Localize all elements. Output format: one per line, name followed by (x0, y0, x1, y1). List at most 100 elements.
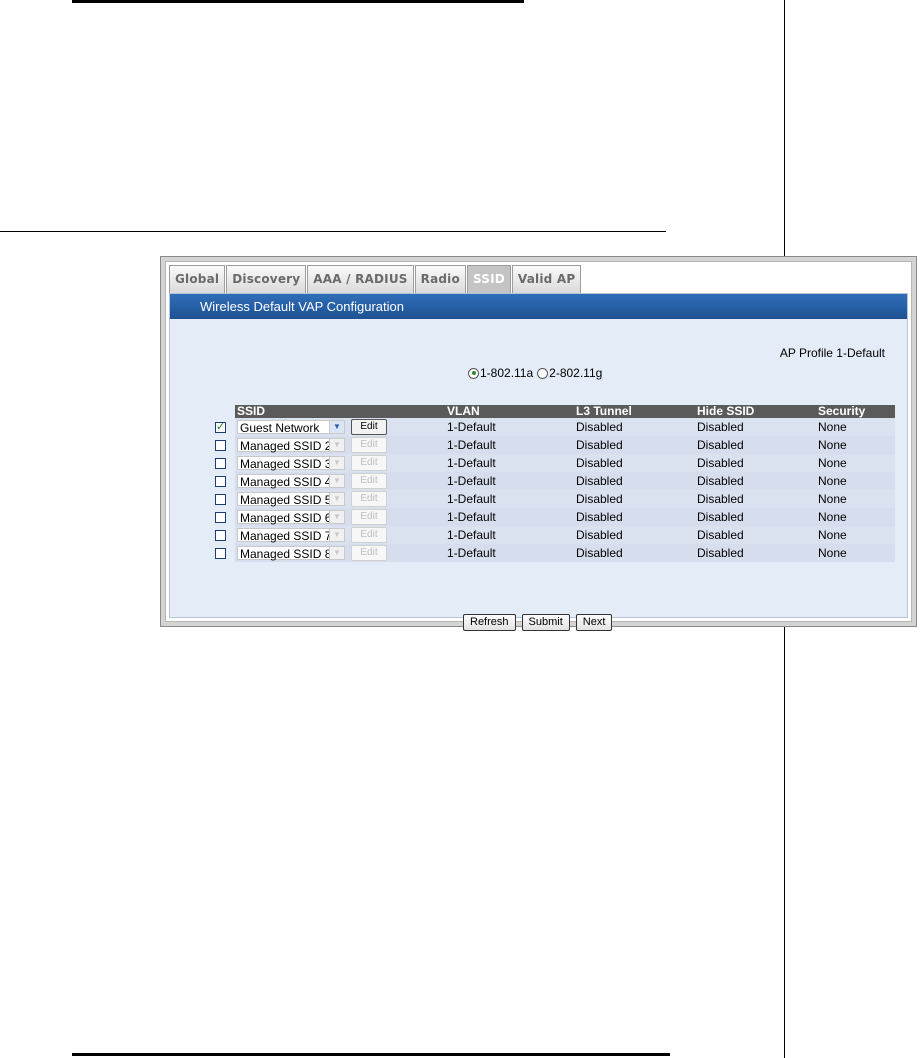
row-checkbox-cell (213, 436, 235, 454)
ssid-cell: Managed SSID 8 ▼ Edit (235, 544, 445, 562)
ssid-select[interactable]: Guest Network ▼ (237, 420, 345, 435)
edit-button[interactable]: Edit (351, 473, 387, 489)
row-checkbox[interactable] (215, 440, 226, 452)
header-security: Security (816, 405, 895, 418)
middle-rule (0, 231, 666, 232)
ssid-select[interactable]: Managed SSID 3 ▼ (237, 456, 345, 471)
tab-ssid[interactable]: SSID (466, 265, 511, 293)
edit-button[interactable]: Edit (351, 509, 387, 525)
tab-aaa-radius[interactable]: AAA / RADIUS (307, 265, 414, 293)
ssid-select[interactable]: Managed SSID 7 ▼ (237, 528, 345, 543)
row-checkbox[interactable] (215, 420, 226, 434)
vlan-cell: 1-Default (445, 472, 574, 490)
ssid-select-value: Managed SSID 7 (240, 529, 332, 543)
header-checkbox-cell (213, 405, 235, 418)
ssid-select[interactable]: Managed SSID 4 ▼ (237, 474, 345, 489)
l3-tunnel-cell: Disabled (574, 544, 695, 562)
edit-button[interactable]: Edit (351, 527, 387, 543)
hide-ssid-cell: Disabled (695, 436, 816, 454)
ssid-cell: Guest Network ▼ Edit (235, 418, 445, 436)
hide-ssid-cell: Disabled (695, 418, 816, 436)
edit-button[interactable]: Edit (351, 545, 387, 561)
screenshot-panel: Global Discovery AAA / RADIUS Radio SSID… (160, 256, 917, 631)
table-row: Managed SSID 7 ▼ Edit 1-Default Disabled Disa… (213, 526, 895, 544)
refresh-button[interactable]: Refresh (463, 614, 516, 631)
section-title: Wireless Default VAP Configuration (170, 294, 907, 319)
security-cell: None (816, 490, 895, 508)
radio-1-802-11a[interactable] (468, 367, 479, 379)
table-row: Guest Network▼Edit1-DefaultDisabledDisab… (213, 418, 895, 436)
l3-tunnel-cell: Disabled (574, 508, 695, 526)
ssid-select[interactable]: Managed SSID 8 ▼ (237, 546, 345, 561)
security-cell: None (816, 544, 895, 562)
security-cell: None (816, 526, 895, 544)
tab-global[interactable]: Global (169, 265, 226, 293)
row-checkbox[interactable] (215, 458, 226, 470)
edit-button[interactable]: Edit (351, 419, 387, 435)
table-row: Managed SSID 6 ▼ Edit 1-Default Disabled Disa… (213, 508, 895, 526)
table-row: Managed SSID 4 ▼ Edit 1-Default Disabled Disa… (213, 472, 895, 490)
edit-button[interactable]: Edit (351, 455, 387, 471)
ssid-cell: Managed SSID 2 ▼ Edit (235, 436, 445, 454)
ssid-select[interactable]: Managed SSID 6 ▼ (237, 510, 345, 525)
ssid-select[interactable]: Managed SSID 2 ▼ (237, 438, 345, 453)
ssid-select-value: Managed SSID 8 (240, 547, 332, 561)
chevron-down-icon[interactable]: ▼ (329, 493, 344, 505)
vlan-cell: 1-Default (445, 454, 574, 472)
row-checkbox[interactable] (215, 512, 226, 524)
radio-1-label: 1-802.11a (480, 366, 534, 380)
chevron-down-icon[interactable]: ▼ (329, 547, 344, 559)
hide-ssid-cell: Disabled (695, 454, 816, 472)
security-cell: None (816, 454, 895, 472)
header-vlan: VLAN (445, 405, 574, 418)
header-hide-ssid: Hide SSID (695, 405, 816, 418)
row-checkbox[interactable] (215, 494, 226, 506)
row-checkbox[interactable] (215, 476, 226, 488)
vlan-cell: 1-Default (445, 544, 574, 562)
hide-ssid-cell: Disabled (695, 526, 816, 544)
ssid-cell: Managed SSID 6 ▼ Edit (235, 508, 445, 526)
l3-tunnel-cell: Disabled (574, 472, 695, 490)
panel-inner: Global Discovery AAA / RADIUS Radio SSID… (165, 261, 912, 631)
vlan-cell: 1-Default (445, 508, 574, 526)
edit-button[interactable]: Edit (351, 491, 387, 507)
hide-ssid-cell: Disabled (695, 490, 816, 508)
row-checkbox-cell (213, 472, 235, 490)
header-ssid: SSID (235, 405, 445, 418)
top-rule (72, 0, 524, 3)
edit-button[interactable]: Edit (351, 437, 387, 453)
row-checkbox-cell (213, 544, 235, 562)
tab-discovery[interactable]: Discovery (226, 265, 307, 293)
chevron-down-icon[interactable]: ▼ (329, 439, 344, 451)
radio-2-label: 2-802.11g (549, 366, 603, 380)
chevron-down-icon[interactable]: ▼ (329, 511, 344, 523)
tab-valid-ap[interactable]: Valid AP (511, 265, 582, 293)
ssid-table: SSID VLAN L3 Tunnel Hide SSID Security G… (213, 405, 895, 562)
chevron-down-icon[interactable]: ▼ (329, 475, 344, 487)
ssid-select-value: Managed SSID 2 (240, 439, 332, 453)
table-header-row: SSID VLAN L3 Tunnel Hide SSID Security (213, 405, 895, 418)
submit-button[interactable]: Submit (521, 614, 570, 631)
radio-2-802-11g[interactable] (537, 367, 549, 379)
l3-tunnel-cell: Disabled (574, 436, 695, 454)
row-checkbox[interactable] (215, 548, 226, 560)
ssid-select[interactable]: Managed SSID 5 ▼ (237, 492, 345, 507)
ap-profile-label: AP Profile 1-Default (779, 346, 885, 360)
chevron-down-icon[interactable]: ▼ (329, 529, 344, 541)
row-checkbox[interactable] (215, 530, 226, 542)
chevron-down-icon[interactable]: ▼ (329, 457, 344, 469)
tab-content: Wireless Default VAP Configuration AP Pr… (169, 293, 908, 631)
security-cell: None (816, 418, 895, 436)
security-cell: None (816, 472, 895, 490)
security-cell: None (816, 508, 895, 526)
hide-ssid-cell: Disabled (695, 508, 816, 526)
next-button[interactable]: Next (575, 614, 613, 631)
tab-radio[interactable]: Radio (414, 265, 466, 293)
row-checkbox-cell (213, 418, 235, 436)
vlan-cell: 1-Default (445, 490, 574, 508)
row-checkbox-cell (213, 526, 235, 544)
table-row: Managed SSID 3 ▼ Edit 1-Default Disabled Disa… (213, 454, 895, 472)
ssid-cell: Managed SSID 3 ▼ Edit (235, 454, 445, 472)
chevron-down-icon[interactable]: ▼ (329, 421, 344, 433)
l3-tunnel-cell: Disabled (574, 418, 695, 436)
